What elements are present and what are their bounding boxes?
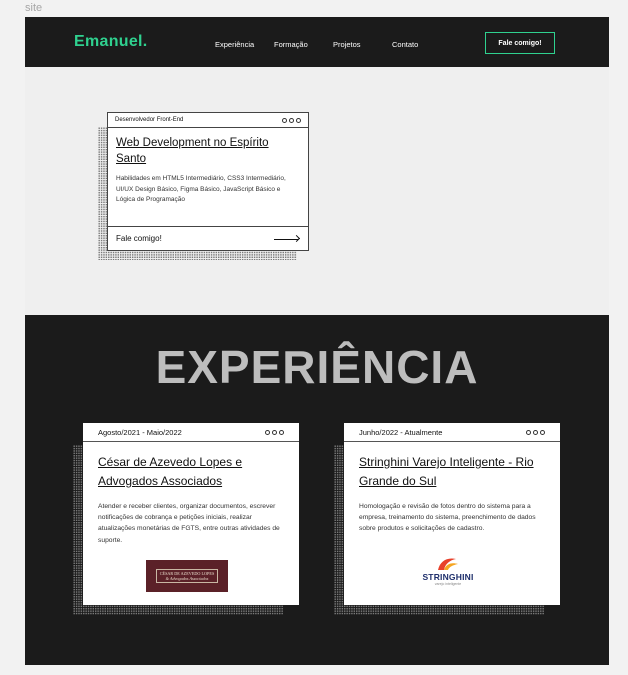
experience-heading: EXPERIÊNCIA: [155, 341, 479, 393]
experience-description: Atender e receber clientes, organizar do…: [98, 503, 280, 544]
cesar-lopes-logo: CÉSAR DE AZEVEDO LOPES & Advogados Assoc…: [146, 560, 228, 592]
experience-period: Agosto/2021 - Maio/2022: [98, 427, 182, 437]
site-logo[interactable]: Emanuel.: [74, 33, 148, 51]
nav-link-contato[interactable]: Contato: [392, 40, 418, 49]
hero-card: Desenvolvedor Front-End Web Development …: [107, 112, 309, 251]
page: Emanuel. Experiência Formação Projetos C…: [25, 17, 609, 665]
experience-card-stringhini: Junho/2022 - Atualmente Stringhini Varej…: [344, 423, 560, 605]
hero-contact-link[interactable]: Fale comigo!: [108, 226, 308, 250]
nav-link-projetos[interactable]: Projetos: [333, 40, 361, 49]
hero-contact-label: Fale comigo!: [116, 234, 162, 243]
stringhini-logo-tagline: varejo inteligente: [434, 582, 462, 586]
nav-link-experiencia[interactable]: Experiência: [215, 40, 254, 49]
experience-period: Junho/2022 - Atualmente: [359, 427, 443, 437]
experience-card-titlebar: Agosto/2021 - Maio/2022: [83, 423, 299, 442]
stringhini-logo: STRINGHINI varejo inteligente: [420, 556, 476, 594]
header-contact-button[interactable]: Fale comigo!: [485, 32, 555, 54]
hero-card-tag: Desenvolvedor Front-End: [115, 117, 184, 123]
window-controls-icon: [265, 429, 284, 435]
hero-card-titlebar: Desenvolvedor Front-End: [108, 113, 308, 128]
experience-section: EXPERIÊNCIA Agosto/2021 - Maio/2022 Césa…: [25, 315, 609, 665]
experience-company[interactable]: César de Azevedo Lopes e Advogados Assoc…: [98, 453, 293, 490]
window-controls-icon: [282, 117, 301, 123]
window-controls-icon: [526, 429, 545, 435]
experience-company[interactable]: Stringhini Varejo Inteligente - Rio Gran…: [359, 453, 554, 490]
cesar-logo-line-2: & Advogados Associados: [165, 576, 209, 581]
experience-card-titlebar: Junho/2022 - Atualmente: [344, 423, 560, 442]
hero-description: Habilidades em HTML5 Intermediário, CSS3…: [116, 175, 286, 203]
stringhini-logo-name: STRINGHINI: [422, 572, 474, 582]
experience-description: Homologação e revisão de fotos dentro do…: [359, 503, 536, 533]
stringhini-logo-icon: [438, 558, 458, 570]
hero-title: Web Development no Espírito Santo: [116, 137, 269, 165]
site-header: Emanuel. Experiência Formação Projetos C…: [25, 17, 609, 67]
frame-label: site: [25, 2, 43, 14]
arrow-head-icon: [292, 234, 301, 243]
nav-link-formacao[interactable]: Formação: [274, 40, 308, 49]
experience-card-cesar: Agosto/2021 - Maio/2022 César de Azevedo…: [83, 423, 299, 605]
